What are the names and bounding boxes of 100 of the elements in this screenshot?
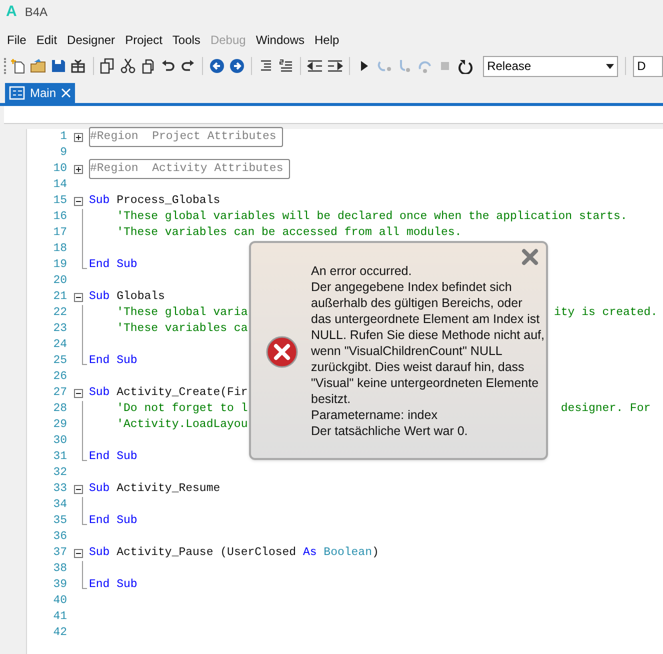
line-number: 21 xyxy=(52,289,67,306)
line-number: 16 xyxy=(52,209,67,226)
code-keyword: End Sub xyxy=(89,449,138,466)
code-keyword: As xyxy=(302,545,318,562)
code-comment: 'These global variables will be declared once when the application starts. xyxy=(116,209,628,226)
error-message-line: wenn "VisualChildrenCount" NULL xyxy=(311,343,504,359)
paste-icon[interactable] xyxy=(140,58,156,74)
cut-icon[interactable] xyxy=(120,58,136,74)
line-number: 41 xyxy=(52,609,67,626)
code-text: Globals xyxy=(116,289,165,306)
line-number: 24 xyxy=(52,337,67,354)
package-icon[interactable] xyxy=(70,58,86,74)
collapse-icon[interactable] xyxy=(74,388,82,398)
line-number: 18 xyxy=(52,241,67,258)
line-number: 15 xyxy=(52,193,67,210)
error-message-line: An error occurred. xyxy=(311,263,413,279)
line-number: 30 xyxy=(52,433,67,450)
code-comment: 'These variables ca xyxy=(116,321,248,338)
undo-icon[interactable] xyxy=(160,58,176,74)
code-text: Activity_Create(Fir xyxy=(116,385,248,402)
line-number: 36 xyxy=(52,529,67,546)
code-keyword: End Sub xyxy=(89,353,138,370)
error-message-line: NULL. Rufen Sie diese Methode nicht auf, xyxy=(311,327,544,343)
menu-item[interactable]: Edit xyxy=(31,31,62,49)
line-number: 26 xyxy=(52,369,67,386)
line-number: 19 xyxy=(52,257,67,274)
dropdown[interactable]: D xyxy=(633,56,663,76)
menu-item[interactable]: Help xyxy=(310,31,344,49)
line-number: 38 xyxy=(52,561,67,578)
new-icon[interactable] xyxy=(10,58,26,74)
open-icon[interactable] xyxy=(30,58,46,74)
code-keyword: Sub xyxy=(89,545,110,562)
back-icon[interactable] xyxy=(208,58,225,74)
code-keyword: Sub xyxy=(89,481,110,498)
line-number: 42 xyxy=(52,625,67,642)
error-icon xyxy=(266,336,298,368)
error-message-line: besitzt. xyxy=(311,391,352,407)
error-message-line: das untergeordnete Element am Index ist xyxy=(311,311,541,327)
menu-item[interactable]: Project xyxy=(120,31,168,49)
menu-item[interactable]: Tools xyxy=(167,31,206,49)
editor-tab[interactable]: Main xyxy=(5,83,76,103)
outdent-icon[interactable] xyxy=(307,58,324,74)
window-title: B4A xyxy=(24,4,48,21)
line-number: 22 xyxy=(52,305,67,322)
line-number: 39 xyxy=(52,577,67,594)
code-keyword: End Sub xyxy=(89,577,138,594)
region-label: #Region Project Attributes xyxy=(89,127,284,147)
line-number: 9 xyxy=(59,145,67,162)
line-number: 10 xyxy=(52,161,67,178)
menu-item[interactable]: File xyxy=(2,31,32,49)
collapse-icon[interactable] xyxy=(74,484,82,494)
code-comment: designer. For xyxy=(560,401,651,418)
line-number: 37 xyxy=(52,545,67,562)
code-keyword: Sub xyxy=(89,193,110,210)
tab-label: Main xyxy=(30,85,56,102)
code-comment: ity is created. xyxy=(554,305,658,322)
error-message-line: "Visual" keine untergeordneten Elemente xyxy=(311,375,540,391)
code-keyword: End Sub xyxy=(89,257,138,274)
code-text: Activity_Resume xyxy=(116,481,220,498)
error-message-line: Der angegebene Index befindet sich xyxy=(311,279,513,295)
line-number: 14 xyxy=(52,177,67,194)
code-text: ) xyxy=(372,545,379,562)
line-number: 40 xyxy=(52,593,67,610)
module-icon xyxy=(9,86,25,100)
error-message-line: außerhalb des gültigen Bereichs, oder xyxy=(311,295,524,311)
redo-icon[interactable] xyxy=(180,58,196,74)
build-config-dropdown[interactable]: Release xyxy=(483,56,618,76)
code-comment: 'These variables can be accessed from all modules. xyxy=(116,225,462,242)
expand-icon[interactable] xyxy=(74,164,82,174)
menu-item[interactable]: Windows xyxy=(250,31,310,49)
caret-icon xyxy=(606,64,614,68)
copy-icon[interactable] xyxy=(99,58,116,74)
code-comment: 'Do not forget to l xyxy=(116,401,248,418)
code-text: Activity_Pause (UserClosed xyxy=(116,545,298,562)
line-number: 29 xyxy=(52,417,67,434)
restart-icon[interactable] xyxy=(457,58,474,74)
app-logo: A xyxy=(6,2,17,22)
collapse-icon[interactable] xyxy=(74,196,82,206)
error-message-line: Parametername: index xyxy=(311,407,438,423)
line-number: 32 xyxy=(52,465,67,482)
collapse-icon[interactable] xyxy=(74,548,82,558)
code-text: Process_Globals xyxy=(116,193,220,210)
code-keyword: Sub xyxy=(89,289,110,306)
menu-item[interactable]: Designer xyxy=(62,31,120,49)
line-number: 35 xyxy=(52,513,67,530)
collapse-icon[interactable] xyxy=(74,292,82,302)
line-number: 28 xyxy=(52,401,67,418)
save-icon[interactable] xyxy=(50,58,66,74)
line-number: 31 xyxy=(52,449,67,466)
close-icon[interactable] xyxy=(521,248,539,266)
line-number: 23 xyxy=(52,321,67,338)
forward-icon[interactable] xyxy=(229,58,246,74)
expand-icon[interactable] xyxy=(74,132,82,142)
line-number: 25 xyxy=(52,353,67,370)
numbered-icon[interactable] xyxy=(278,58,294,74)
line-number: 20 xyxy=(52,273,67,290)
code-type: Boolean xyxy=(324,545,372,562)
region-label: #Region Activity Attributes xyxy=(89,159,290,179)
code-comment: 'Activity.LoadLayou xyxy=(116,417,248,434)
indent-icon[interactable] xyxy=(327,58,344,74)
